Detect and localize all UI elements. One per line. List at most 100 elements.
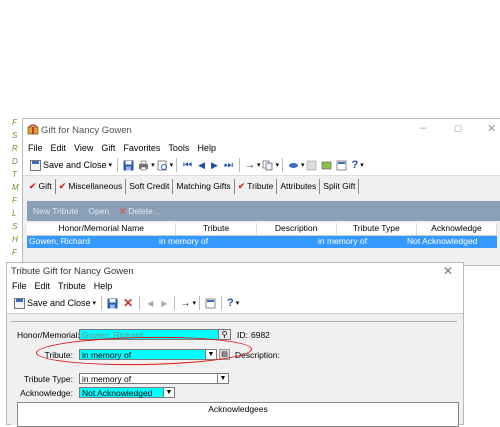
grid-icon[interactable]: [306, 160, 317, 171]
tribute-type-value: in memory of: [82, 374, 132, 384]
menu-edit[interactable]: Edit: [35, 281, 51, 291]
table-cell: Gowen, Richard: [29, 236, 90, 246]
previous-record-icon[interactable]: ◀: [198, 160, 205, 171]
properties-icon[interactable]: [205, 298, 216, 309]
help-icon[interactable]: ?: [227, 297, 234, 309]
tab-gift[interactable]: ✔ Gift: [26, 178, 56, 194]
delete-button[interactable]: Delete...: [128, 206, 160, 216]
goto-arrow-icon[interactable]: →: [180, 298, 190, 309]
properties-icon[interactable]: [336, 160, 347, 171]
tab-soft-credit[interactable]: Soft Credit: [126, 178, 174, 194]
delete-icon[interactable]: ✕: [119, 206, 126, 217]
first-record-icon[interactable]: ⏮: [183, 160, 192, 171]
chevron-down-icon[interactable]: ▾: [257, 161, 261, 169]
table-cell: in memory of: [318, 236, 368, 246]
menu-gift[interactable]: Gift: [101, 143, 115, 153]
image-icon[interactable]: [321, 160, 332, 171]
tribute-window-title: Tribute Gift for Nancy Gowen: [11, 265, 134, 277]
gift-window-title: Gift for Nancy Gowen: [41, 124, 132, 136]
chevron-down-icon[interactable]: ▼: [217, 374, 228, 383]
next-record-icon[interactable]: ▶: [161, 299, 167, 308]
toolbar-divider: [139, 296, 141, 310]
tab-label: Soft Credit: [129, 181, 170, 191]
menu-view[interactable]: View: [74, 143, 93, 153]
maximize-icon[interactable]: ☐: [454, 124, 462, 135]
next-record-icon[interactable]: ▶: [211, 160, 218, 171]
save-icon[interactable]: [107, 298, 118, 309]
column-header[interactable]: Acknowledge: [417, 223, 498, 235]
strip-letter: D: [12, 157, 18, 166]
menu-tribute[interactable]: Tribute: [58, 281, 86, 291]
menu-file[interactable]: File: [12, 281, 27, 291]
close-icon[interactable]: ✕: [487, 122, 496, 135]
tribute-window-titlebar[interactable]: Tribute Gift for Nancy Gowen ✕: [7, 263, 463, 279]
tab-label: Split Gift: [323, 181, 356, 191]
chevron-down-icon[interactable]: ▾: [192, 299, 196, 307]
toolbar-divider: [281, 158, 283, 172]
menu-help[interactable]: Help: [94, 281, 113, 291]
chevron-down-icon[interactable]: ▾: [275, 161, 279, 169]
chevron-down-icon[interactable]: ▾: [151, 161, 155, 169]
strip-letter: L: [12, 209, 17, 218]
chevron-down-icon[interactable]: ▾: [301, 161, 305, 169]
tab-split-gift[interactable]: Split Gift: [320, 178, 360, 194]
acknowledge-select[interactable]: Not Acknowledged ▼: [79, 387, 175, 398]
menu-favorites[interactable]: Favorites: [123, 143, 160, 153]
chevron-down-icon[interactable]: ▾: [236, 299, 240, 307]
tribute-type-select[interactable]: in memory of ▼: [79, 373, 229, 384]
previous-record-icon[interactable]: ◀: [147, 299, 153, 308]
help-icon[interactable]: ?: [351, 159, 358, 171]
close-icon[interactable]: ✕: [443, 264, 453, 278]
table-cell: Not Acknowledged: [407, 236, 478, 246]
minimize-icon[interactable]: –: [420, 122, 426, 134]
tab-attributes[interactable]: Attributes: [277, 178, 321, 194]
table-cell: [239, 236, 316, 248]
menu-file[interactable]: File: [28, 143, 43, 153]
toolbar-divider: [174, 296, 176, 310]
gift-window-titlebar[interactable]: Gift for Nancy Gowen – ☐ ✕: [23, 119, 500, 141]
column-header[interactable]: Tribute Type: [337, 223, 417, 235]
column-header[interactable]: Tribute: [176, 223, 257, 235]
tab-matching-gifts[interactable]: Matching Gifts: [173, 178, 235, 194]
chevron-down-icon[interactable]: ▾: [109, 161, 113, 169]
acknowledgees-header: Acknowledgees: [208, 404, 268, 414]
delete-icon[interactable]: ✕: [123, 296, 133, 310]
menu-help[interactable]: Help: [197, 143, 216, 153]
column-header[interactable]: Description: [257, 223, 337, 235]
id-label: ID:: [237, 330, 248, 340]
preview-icon[interactable]: [157, 160, 168, 171]
table-cell: in memory of: [159, 236, 209, 246]
save-and-close-button[interactable]: Save and Close ▾: [26, 157, 114, 173]
strip-letter: F: [12, 118, 17, 127]
new-tribute-button[interactable]: New Tribute: [33, 206, 78, 216]
tab-label: Matching Gifts: [176, 181, 231, 191]
table-row[interactable]: Gowen, Richard in memory of in memory of…: [27, 236, 497, 248]
tab-tribute[interactable]: ✔ Tribute: [235, 178, 278, 194]
strip-letter: H: [12, 235, 18, 244]
tab-miscellaneous[interactable]: ✔ Miscellaneous: [56, 178, 127, 194]
honor-memorial-label: Honor/Memorial:: [17, 330, 80, 340]
chevron-down-icon[interactable]: ▾: [360, 161, 364, 169]
column-header[interactable]: Honor/Memorial Name: [27, 223, 177, 235]
chevron-down-icon[interactable]: ▾: [170, 161, 174, 169]
menu-edit[interactable]: Edit: [51, 143, 67, 153]
gift-toolbar: Save and Close ▾ ▾ ▾ ⏮ ◀ ▶ ⏭ → ▾ ▾ ▾ ? ▾: [23, 155, 500, 176]
acknowledge-label: Acknowledge:: [20, 388, 73, 398]
link-icon[interactable]: [288, 160, 299, 171]
gift-app-icon: [27, 124, 39, 135]
menu-tools[interactable]: Tools: [168, 143, 189, 153]
save-icon[interactable]: [123, 160, 134, 171]
save-close-icon: [30, 159, 41, 171]
save-close-icon: [14, 297, 25, 309]
save-and-close-button[interactable]: Save and Close ▾: [10, 295, 98, 311]
print-icon[interactable]: [138, 160, 149, 171]
strip-letter: S: [12, 131, 18, 140]
open-button[interactable]: Open: [88, 206, 109, 216]
strip-letter: R: [12, 144, 18, 153]
chevron-down-icon[interactable]: ▾: [93, 299, 97, 307]
goto-arrow-icon[interactable]: →: [245, 160, 255, 171]
copy-icon[interactable]: [262, 160, 273, 171]
binoculars-icon[interactable]: ⚲: [218, 330, 230, 339]
chevron-down-icon[interactable]: ▼: [163, 388, 174, 397]
last-record-icon[interactable]: ⏭: [224, 160, 233, 171]
